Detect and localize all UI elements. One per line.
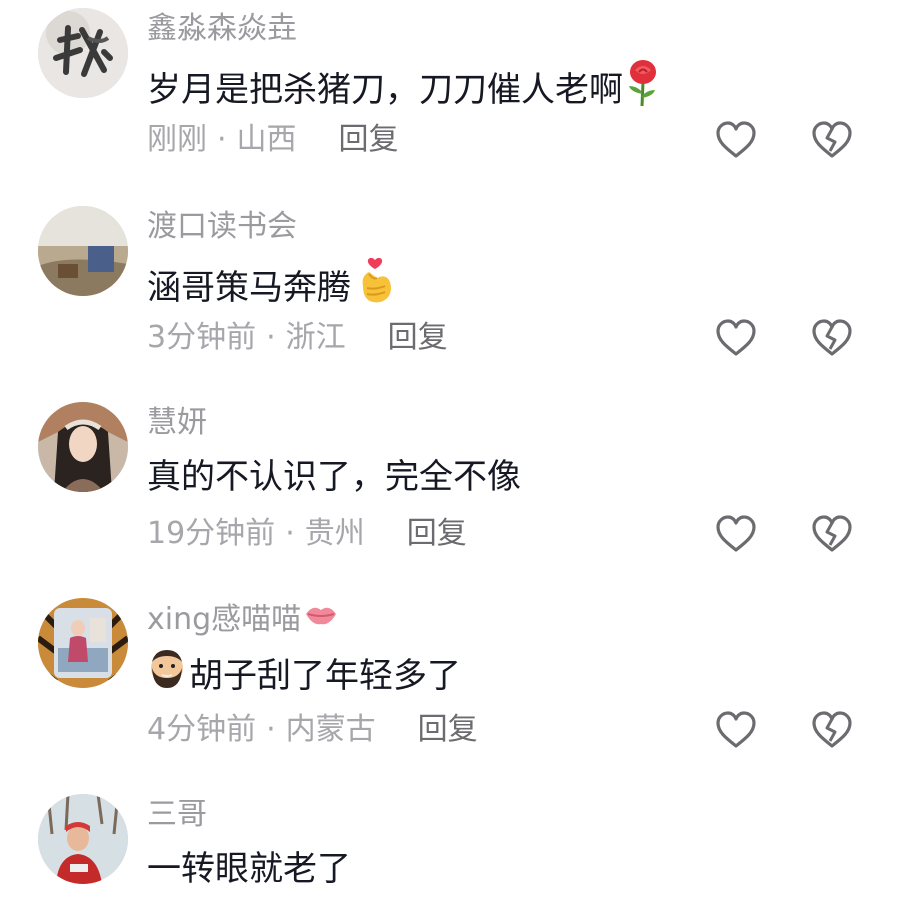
location: 贵州 [304,516,365,551]
comment-text: 一转眼就老了 [147,844,351,894]
comment-text-body: 一转眼就老了 [147,849,351,889]
avatar[interactable] [38,206,128,296]
comment-item: xing感喵喵 胡子刮了年轻多了 4分钟前 · 内蒙古 回复 [0,590,900,786]
reply-button[interactable]: 回复 [339,120,399,160]
comment-text: 涵哥策马奔腾 [147,256,397,320]
comment-list: 鑫淼森焱垚 岁月是把杀猪刀，刀刀催人老啊 刚刚 · 山西 回复 渡口读书会 涵哥… [0,0,900,916]
dislike-button[interactable] [810,514,854,554]
comment-meta: 刚刚 · 山西 回复 [147,120,399,160]
timestamp: 刚刚 [147,122,207,157]
meta-separator: · [285,516,295,551]
broken-heart-outline-icon [812,319,852,356]
username[interactable]: 渡口读书会 [147,208,297,246]
username[interactable]: xing感喵喵 [147,600,339,640]
like-button[interactable] [714,318,758,358]
broken-heart-outline-icon [812,515,852,552]
username-text: xing感喵喵 [147,602,302,637]
reply-button[interactable]: 回复 [407,514,467,554]
like-button[interactable] [714,710,758,750]
comment-item: 鑫淼森焱垚 岁月是把杀猪刀，刀刀催人老啊 刚刚 · 山西 回复 [0,0,900,198]
dislike-button[interactable] [810,710,854,750]
heart-outline-icon [716,319,756,356]
comment-item: 三哥 一转眼就老了 [0,786,900,916]
comment-meta: 4分钟前 · 内蒙古 回复 [147,710,478,750]
heart-outline-icon [716,121,756,158]
comment-text: 真的不认识了，完全不像 [147,452,521,502]
like-button[interactable] [714,120,758,160]
reply-button[interactable]: 回复 [388,318,448,358]
comment-text-body: 岁月是把杀猪刀，刀刀催人老啊 [147,70,623,110]
meta-separator: · [266,320,276,355]
reply-button[interactable]: 回复 [418,710,478,750]
dislike-button[interactable] [810,318,854,358]
broken-heart-outline-icon [812,121,852,158]
timestamp: 19分钟前 [147,516,276,551]
finger-heart-icon [355,256,397,320]
heart-outline-icon [716,515,756,552]
comment-meta: 19分钟前 · 贵州 回复 [147,514,467,554]
username[interactable]: 三哥 [147,796,207,834]
comment-meta: 3分钟前 · 浙江 回复 [147,318,448,358]
bearded-man-icon [147,648,187,704]
comment-text: 胡子刮了年轻多了 [147,648,461,704]
username[interactable]: 鑫淼森焱垚 [147,10,297,48]
broken-heart-outline-icon [812,711,852,748]
avatar[interactable] [38,8,128,98]
location: 内蒙古 [285,712,376,747]
meta-separator: · [217,122,227,157]
comment-text: 岁月是把杀猪刀，刀刀催人老啊 [147,58,663,122]
username[interactable]: 慧妍 [147,404,207,442]
avatar[interactable] [38,402,128,492]
like-button[interactable] [714,514,758,554]
timestamp: 3分钟前 [147,320,257,355]
heart-outline-icon [716,711,756,748]
comment-text-body: 涵哥策马奔腾 [147,268,351,308]
comment-text-body: 真的不认识了，完全不像 [147,457,521,497]
timestamp: 4分钟前 [147,712,257,747]
comment-item: 慧妍 真的不认识了，完全不像 19分钟前 · 贵州 回复 [0,394,900,590]
dislike-button[interactable] [810,120,854,160]
comment-text-body: 胡子刮了年轻多了 [189,656,461,696]
kiss-lips-icon [303,600,339,640]
location: 山西 [236,122,297,157]
avatar[interactable] [38,794,128,884]
meta-separator: · [266,712,276,747]
rose-icon [623,58,663,122]
avatar[interactable] [38,598,128,688]
comment-item: 渡口读书会 涵哥策马奔腾 3分钟前 · 浙江 回复 [0,198,900,394]
location: 浙江 [285,320,346,355]
